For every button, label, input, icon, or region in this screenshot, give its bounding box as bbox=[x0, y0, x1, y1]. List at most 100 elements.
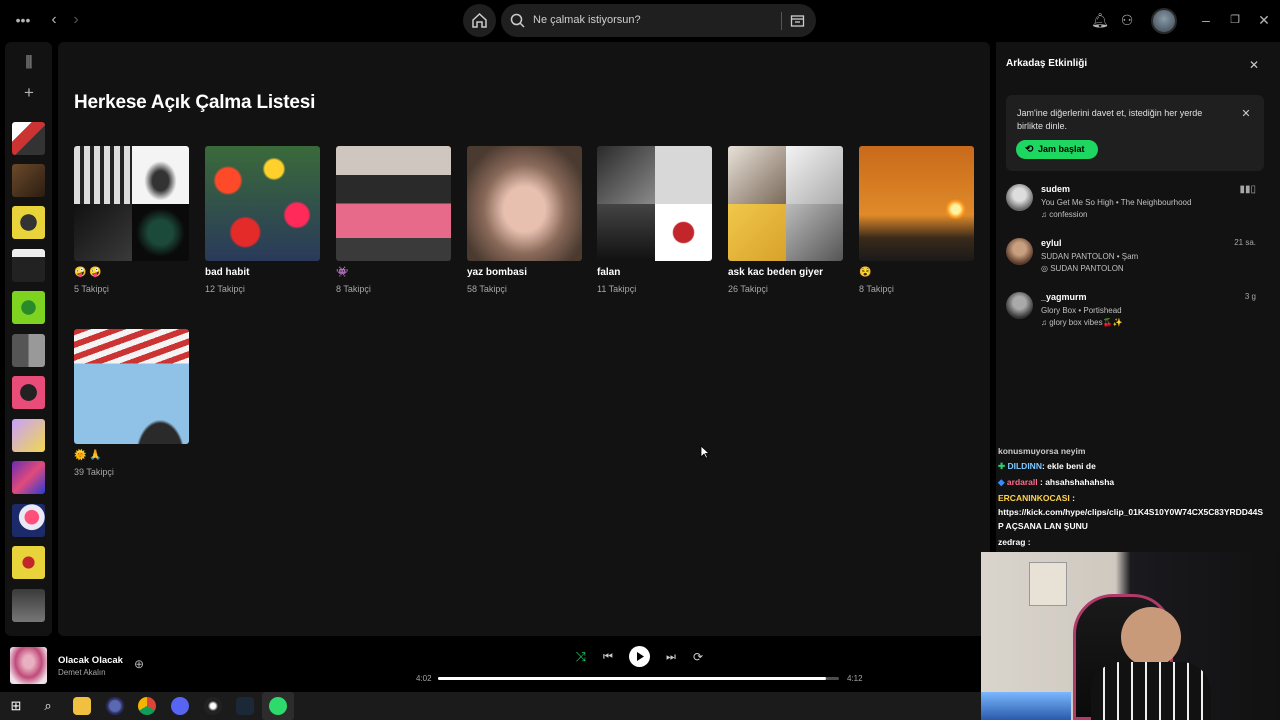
library-item[interactable] bbox=[12, 504, 45, 537]
playlist-card[interactable]: 🤪 🤪 5 Takipçi bbox=[74, 146, 189, 294]
playlist-cover bbox=[74, 146, 189, 261]
jam-start-button[interactable]: ⟲ Jam başlat bbox=[1016, 140, 1098, 159]
chat-username: DILDINN bbox=[1007, 461, 1042, 471]
library-item[interactable] bbox=[12, 206, 45, 239]
library-item[interactable] bbox=[12, 291, 45, 324]
friend-activity-panel: Arkadaş Etkinliği ✕ Jam'ine diğerlerini … bbox=[996, 42, 1280, 442]
playlist-card[interactable]: falan 11 Takipçi bbox=[597, 146, 712, 294]
minimize-icon[interactable]: – bbox=[1198, 10, 1214, 30]
jam-promo: Jam'ine diğerlerini davet et, istediğin … bbox=[1006, 95, 1264, 171]
obs-icon[interactable] bbox=[204, 697, 222, 715]
search-icon[interactable]: ⌕ bbox=[40, 696, 56, 716]
close-icon[interactable]: ✕ bbox=[1246, 55, 1262, 75]
playlist-card[interactable]: ask kac beden giyer 26 Takipçi bbox=[728, 146, 843, 294]
playlist-card[interactable]: 😵 8 Takipçi bbox=[859, 146, 974, 294]
playlist-title: yaz bombasi bbox=[467, 267, 528, 278]
chat-message: https://kick.com/hype/clips/clip_01K4S10… bbox=[998, 507, 1264, 517]
library-item[interactable] bbox=[12, 122, 45, 155]
playlist-title: bad habit bbox=[205, 267, 250, 278]
webcam-desk-light bbox=[981, 692, 1071, 720]
elapsed-time: 4:02 bbox=[416, 674, 432, 683]
home-button[interactable] bbox=[463, 4, 496, 37]
player-bar: Olacak Olacak Demet Akalın ⊕ ⤨ ⏮︎ ⏭︎ ⟳ 4… bbox=[0, 636, 981, 692]
windows-start-icon[interactable]: ⊞ bbox=[8, 696, 24, 716]
active-app-indicator bbox=[262, 692, 294, 720]
total-time: 4:12 bbox=[847, 674, 863, 683]
friends-icon[interactable]: ⚇ bbox=[1117, 10, 1137, 30]
library-item[interactable] bbox=[12, 376, 45, 409]
playlist-title: ask kac beden giyer bbox=[728, 267, 824, 278]
now-playing-icon: ▮▮▯ bbox=[1239, 184, 1256, 195]
friend-item[interactable]: _yagmurm Glory Box • Portishead ♫ glory … bbox=[1006, 292, 1266, 336]
track-title[interactable]: Olacak Olacak bbox=[58, 655, 123, 666]
app-icon[interactable] bbox=[106, 697, 124, 715]
avatar[interactable] bbox=[1151, 8, 1177, 34]
chat-message: P AÇSANA LAN ŞUNU bbox=[998, 521, 1088, 531]
discord-icon[interactable] bbox=[171, 697, 189, 715]
maximize-icon[interactable]: ❐ bbox=[1227, 10, 1243, 30]
friend-name: _yagmurm bbox=[1041, 292, 1087, 302]
playlist-title: falan bbox=[597, 267, 621, 278]
playlist-followers: 39 Takipçi bbox=[74, 467, 114, 477]
webcam-person bbox=[1121, 607, 1181, 667]
next-icon[interactable]: ⏭︎ bbox=[662, 647, 680, 667]
home-icon bbox=[472, 12, 487, 28]
chat-username: ardarall bbox=[1006, 477, 1038, 487]
library-item[interactable] bbox=[12, 546, 45, 579]
friend-item[interactable]: eylul SUDAN PANTOLON • Şam ◎ SUDAN PANTO… bbox=[1006, 238, 1266, 282]
panel-title: Arkadaş Etkinliği bbox=[1006, 58, 1088, 69]
playlist-card[interactable]: yaz bombasi 58 Takipçi bbox=[467, 146, 582, 294]
play-button[interactable] bbox=[629, 646, 650, 667]
album-art[interactable] bbox=[10, 647, 47, 684]
jam-icon: ⟲ bbox=[1025, 144, 1034, 155]
friend-name: eylul bbox=[1041, 238, 1062, 248]
previous-icon[interactable]: ⏮︎ bbox=[599, 647, 617, 667]
search-input[interactable]: Ne çalmak istiyorsun? bbox=[533, 14, 641, 26]
dismiss-icon[interactable]: ✕ bbox=[1238, 104, 1254, 124]
webcam-person-body bbox=[1091, 662, 1211, 720]
friend-playlist: ♫ glory box vibes🍒✨ bbox=[1041, 318, 1123, 327]
playlist-followers: 8 Takipçi bbox=[336, 284, 371, 294]
playlist-card[interactable]: 👾 8 Takipçi bbox=[336, 146, 451, 294]
browse-icon[interactable] bbox=[790, 13, 805, 28]
playlist-followers: 12 Takipçi bbox=[205, 284, 245, 294]
friend-playlist: ♫ confession bbox=[1041, 210, 1088, 219]
chrome-icon[interactable] bbox=[138, 697, 156, 715]
playlist-followers: 11 Takipçi bbox=[597, 284, 637, 294]
library-item[interactable] bbox=[12, 334, 45, 367]
library-item[interactable] bbox=[12, 249, 45, 282]
friend-time: 21 sa. bbox=[1234, 238, 1256, 247]
search-icon bbox=[510, 13, 525, 28]
steam-icon[interactable] bbox=[236, 697, 254, 715]
main-view: Herkese Açık Çalma Listesi 🤪 🤪 5 Takipçi… bbox=[58, 42, 990, 636]
library-sidebar: ⫼ + bbox=[5, 42, 52, 636]
playlist-title: 🤪 🤪 bbox=[74, 267, 102, 278]
progress-bar[interactable] bbox=[438, 677, 839, 680]
playlist-cover bbox=[205, 146, 320, 261]
playlist-card[interactable]: 🌞 🙏 39 Takipçi bbox=[74, 329, 189, 477]
playlist-cover bbox=[859, 146, 974, 261]
library-item[interactable] bbox=[12, 589, 45, 622]
playlist-followers: 8 Takipçi bbox=[859, 284, 894, 294]
more-icon[interactable]: ••• bbox=[13, 10, 33, 30]
friend-song: SUDAN PANTOLON • Şam bbox=[1041, 252, 1139, 261]
playlist-cover bbox=[467, 146, 582, 261]
add-icon[interactable]: + bbox=[18, 83, 40, 103]
back-icon[interactable]: ‹ bbox=[46, 10, 62, 30]
add-to-library-icon[interactable]: ⊕ bbox=[131, 654, 147, 674]
shuffle-icon[interactable]: ⤨ bbox=[572, 647, 590, 667]
close-icon[interactable]: ✕ bbox=[1256, 10, 1272, 30]
playlist-card[interactable]: bad habit 12 Takipçi bbox=[205, 146, 320, 294]
track-artist[interactable]: Demet Akalın bbox=[58, 668, 106, 677]
repeat-icon[interactable]: ⟳ bbox=[689, 647, 707, 667]
search-bar[interactable]: Ne çalmak istiyorsun? bbox=[501, 4, 816, 37]
library-item[interactable] bbox=[12, 419, 45, 452]
library-icon[interactable]: ⫼ bbox=[18, 53, 40, 73]
os-taskbar: ⊞ ⌕ bbox=[0, 692, 981, 720]
forward-icon[interactable]: › bbox=[68, 10, 84, 30]
bell-icon[interactable]: 🔔︎ bbox=[1090, 10, 1110, 30]
library-item[interactable] bbox=[12, 461, 45, 494]
library-item[interactable] bbox=[12, 164, 45, 197]
friend-item[interactable]: sudem You Get Me So High • The Neighbour… bbox=[1006, 184, 1266, 228]
file-explorer-icon[interactable] bbox=[73, 697, 91, 715]
